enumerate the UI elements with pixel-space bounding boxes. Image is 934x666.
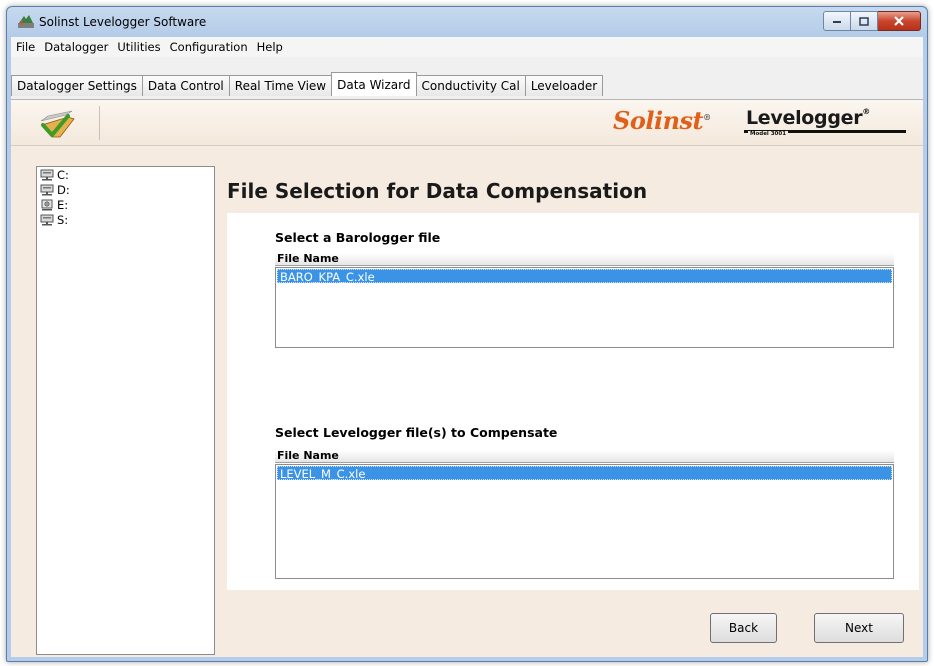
network-drive-icon — [40, 214, 54, 226]
client-area: File Datalogger Utilities Configuration … — [11, 37, 923, 657]
drive-item[interactable]: D: — [37, 183, 214, 197]
minimize-icon — [833, 21, 841, 23]
tab-leveloader[interactable]: Leveloader — [524, 75, 604, 96]
barologger-file-row[interactable]: BARO_KPA_C.xle — [277, 269, 892, 284]
data-wizard-panel: Solinst® Levelogger® Model 3001 C: D: E: — [11, 99, 923, 657]
network-drive-icon — [40, 169, 54, 181]
toolbar: Solinst® Levelogger® Model 3001 — [11, 100, 923, 146]
drive-label: S: — [57, 213, 69, 227]
removable-drive-icon — [41, 199, 53, 211]
drive-label: E: — [57, 198, 69, 212]
menu-datalogger[interactable]: Datalogger — [39, 40, 112, 54]
drive-label: C: — [57, 168, 69, 182]
barologger-column-header[interactable]: File Name — [275, 253, 894, 266]
file-selection-area: Select a Barologger file File Name BARO_… — [227, 213, 919, 590]
window-title: Solinst Levelogger Software — [39, 15, 207, 29]
menu-configuration[interactable]: Configuration — [165, 40, 252, 54]
solinst-logo: Solinst® — [613, 106, 711, 135]
drive-item[interactable]: E: — [37, 198, 214, 212]
close-button[interactable] — [878, 11, 921, 31]
back-button[interactable]: Back — [710, 613, 777, 643]
levelogger-section-label: Select Levelogger file(s) to Compensate — [275, 425, 558, 440]
tab-conductivity-cal[interactable]: Conductivity Cal — [415, 75, 526, 96]
drive-label: D: — [57, 183, 70, 197]
network-drive-icon — [40, 184, 54, 196]
menu-utilities[interactable]: Utilities — [112, 40, 164, 54]
maximize-button[interactable] — [851, 11, 878, 31]
levelogger-logo: Levelogger® — [746, 107, 870, 129]
toolbar-separator — [99, 106, 100, 140]
minimize-button[interactable] — [823, 11, 851, 31]
menu-file[interactable]: File — [11, 40, 39, 54]
menu-help[interactable]: Help — [252, 40, 287, 54]
close-icon — [894, 16, 904, 26]
tab-strip: Datalogger Settings Data Control Real Ti… — [11, 72, 604, 96]
levelogger-file-row[interactable]: LEVEL_M_C.xle — [277, 466, 892, 481]
app-window: Solinst Levelogger Software File Datalog… — [6, 6, 928, 662]
menu-bar: File Datalogger Utilities Configuration … — [11, 37, 923, 57]
drive-item[interactable]: S: — [37, 213, 214, 227]
drive-item[interactable]: C: — [37, 168, 214, 182]
app-icon — [18, 15, 34, 28]
tab-datalogger-settings[interactable]: Datalogger Settings — [11, 75, 143, 96]
tab-data-control[interactable]: Data Control — [141, 75, 230, 96]
title-bar[interactable]: Solinst Levelogger Software — [7, 7, 927, 37]
next-button[interactable]: Next — [814, 613, 904, 643]
tab-data-wizard[interactable]: Data Wizard — [331, 72, 417, 96]
levelogger-column-header[interactable]: File Name — [275, 450, 894, 463]
tab-real-time-view[interactable]: Real Time View — [228, 75, 333, 96]
page-title: File Selection for Data Compensation — [227, 179, 648, 203]
wizard-checkmark-icon[interactable] — [38, 107, 78, 139]
barologger-section-label: Select a Barologger file — [275, 230, 441, 245]
drive-tree[interactable]: C: D: E: S: — [36, 166, 215, 655]
maximize-icon — [859, 16, 869, 26]
barologger-file-list[interactable]: BARO_KPA_C.xle — [275, 267, 894, 348]
levelogger-file-list[interactable]: LEVEL_M_C.xle — [275, 464, 894, 579]
levelogger-model: Model 3001 — [748, 131, 789, 137]
